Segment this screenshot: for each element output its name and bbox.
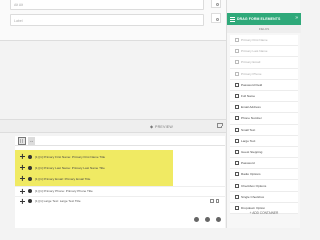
element-label: Guest Stepping [241,149,263,154]
visibility-icon[interactable] [28,199,32,203]
element-label: Password [241,161,255,166]
add-container-button[interactable]: + ADD CONTAINER [230,207,298,219]
list-item-label: [1] [1] Primary First Name: Primary Firs… [35,154,106,159]
field-icon [235,183,239,188]
element-item[interactable]: Guest Stepping [230,146,298,159]
element-item[interactable]: Email Address [230,102,298,114]
field-icon [235,172,239,177]
form-elements-panel: DRAG FORM ELEMENTS » FIELDS Primary Firs… [226,0,301,228]
field-icon [235,71,239,76]
form-elements-list: Primary First Name Primary Last Name Pri… [230,35,298,214]
element-item[interactable]: Password Field [230,79,298,91]
expand-arrows-icon[interactable]: ↔ [28,137,35,145]
field-icon [235,116,239,121]
move-icon[interactable] [20,199,25,204]
element-item[interactable]: Primary Last Name [230,46,298,58]
list-item-label: [1] [1] Primary Last Name: Primary Last … [35,165,105,170]
external-link-icon[interactable] [217,122,223,128]
list-item[interactable]: [1] [1] Primary First Name: Primary Firs… [15,152,225,161]
collapse-icon[interactable]: » [295,16,298,21]
delete-icon[interactable] [216,217,221,222]
list-item[interactable]: [1] [1] Large Text: Large Text Title [15,196,225,205]
element-item[interactable]: Primary Phone [230,68,298,80]
element-label: Full Name [241,94,256,99]
calendar-icon[interactable] [18,137,26,145]
element-label: Email Address [241,105,261,110]
row-actions [209,199,219,203]
chevron-up-icon: ◆ [150,124,154,129]
element-label: Password Field [241,82,263,87]
element-label: Primary Phone [241,71,262,76]
element-item[interactable]: Password [230,158,298,170]
form-header-area: Alt Alt Label [0,0,226,41]
visibility-icon[interactable] [28,154,32,159]
grip-icon [230,16,235,22]
fields-section-label: FIELDS [227,25,301,33]
gear-icon[interactable] [205,217,210,222]
preview-bar[interactable]: ◆ PREVIEW [0,119,226,133]
element-label: Single Checkbox [241,194,265,199]
element-item[interactable]: Radio Options [230,169,298,181]
element-label: Primary Last Name [241,49,268,54]
settings-icon[interactable] [194,217,199,222]
element-item[interactable]: Phone Number [230,113,298,125]
form-canvas [0,41,226,119]
move-icon[interactable] [20,154,25,159]
element-item[interactable]: Primary Email [230,57,298,69]
visibility-icon[interactable] [28,176,32,181]
element-label: Checkbox Options [241,183,267,188]
field-icon [235,149,239,154]
element-item[interactable]: Full Name [230,90,298,103]
field-list-toolbar: ↔ [15,136,225,146]
move-icon[interactable] [20,189,25,194]
list-item-label: [1] [1] Large Text: Large Text Title [35,199,81,203]
field-icon [235,161,239,166]
field-icon [235,38,239,43]
label-input[interactable]: Label [10,14,204,26]
field-icon [235,49,239,54]
list-item[interactable]: [1] [1] Primary Email: Primary Email Tit… [15,174,225,183]
field-icon [235,82,239,87]
visibility-icon[interactable] [28,189,32,193]
field-icon [235,138,239,143]
option-icon [215,2,219,6]
element-item[interactable]: Checkbox Options [230,180,298,192]
element-label: Radio Options [241,172,261,177]
element-label: Small Text [241,127,256,132]
field-icon [235,105,239,110]
copy-icon[interactable] [209,199,214,203]
element-label: Phone Number [241,116,262,121]
element-label: Primary First Name [241,38,268,43]
visibility-icon[interactable] [28,165,32,170]
field-icon [235,60,239,65]
list-item[interactable]: [1] [1] Primary Phone: Primary Phone Tit… [15,186,225,195]
element-item[interactable]: Primary First Name [230,35,298,47]
option-icon [215,17,219,21]
label-option-button[interactable] [211,13,221,23]
alt-text-input[interactable]: Alt Alt [10,0,204,10]
element-item[interactable]: Single Checkbox [230,191,298,203]
element-item[interactable]: Large Text [230,135,298,147]
list-item[interactable]: [1] [1] Primary Last Name: Primary Last … [15,163,225,172]
panel-title: DRAG FORM ELEMENTS [237,17,281,21]
element-item[interactable]: Small Text [230,124,298,136]
element-label: Large Text [241,138,256,143]
field-icon [235,127,239,132]
move-icon[interactable] [20,176,25,181]
element-label: Primary Email [241,60,261,65]
trash-icon[interactable] [215,199,219,203]
list-item-label: [1] [1] Primary Email: Primary Email Tit… [35,176,91,181]
list-item-label: [1] [1] Primary Phone: Primary Phone Tit… [35,189,93,193]
field-icon [235,94,239,99]
move-icon[interactable] [20,165,25,170]
alt-option-button[interactable] [211,0,221,8]
field-list-footer [194,217,221,222]
field-icon [235,194,239,199]
field-list: ↔ [1] [1] Primary First Name: Primary Fi… [15,136,225,228]
preview-label: PREVIEW [155,124,173,129]
panel-header: DRAG FORM ELEMENTS » [227,13,301,25]
